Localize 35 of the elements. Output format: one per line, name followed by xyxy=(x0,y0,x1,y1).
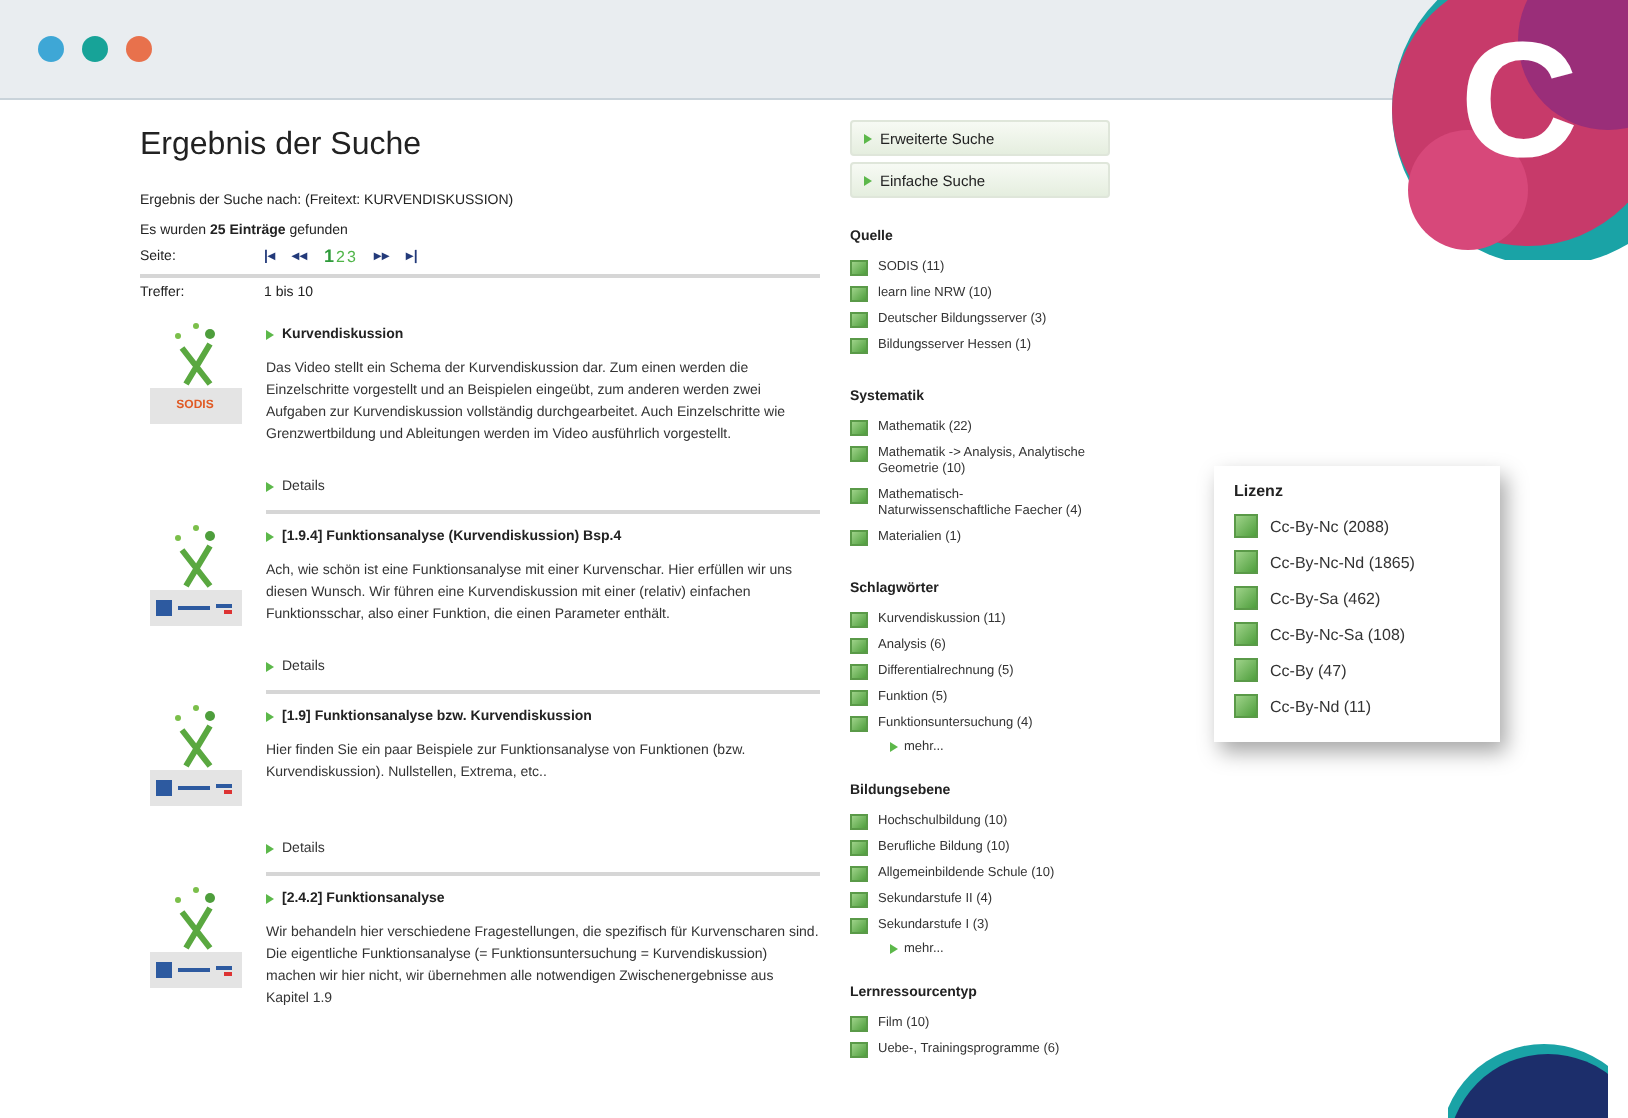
arrow-icon xyxy=(266,894,274,904)
arrow-icon xyxy=(266,712,274,722)
license-icon xyxy=(1234,586,1258,610)
learnline-logo-icon xyxy=(155,962,235,978)
arrow-icon xyxy=(864,175,872,185)
facet-icon xyxy=(850,488,868,504)
logo-letter: C xyxy=(1460,20,1579,184)
license-icon xyxy=(1234,622,1258,646)
learnline-logo-icon xyxy=(155,600,235,616)
page-title: Ergebnis der Suche xyxy=(140,128,424,164)
arrow-icon xyxy=(864,133,872,143)
license-icon xyxy=(1234,514,1258,538)
facet-icon xyxy=(850,530,868,546)
arrow-icon xyxy=(266,662,274,672)
license-item[interactable]: Cc-By-Nc (2088) xyxy=(1234,514,1480,538)
license-icon xyxy=(1234,550,1258,574)
arrow-icon xyxy=(266,482,274,492)
license-icon xyxy=(1234,694,1258,718)
license-title: Lizenz xyxy=(1234,482,1285,500)
license-item[interactable]: Cc-By-Nc-Nd (1865) xyxy=(1234,550,1480,574)
arrow-icon xyxy=(890,944,898,954)
arrow-icon xyxy=(266,330,274,340)
learnline-logo-icon xyxy=(155,780,235,796)
window-dot[interactable] xyxy=(126,36,152,62)
window-dot[interactable] xyxy=(38,36,64,62)
arrow-icon xyxy=(266,844,274,854)
license-icon xyxy=(1234,658,1258,682)
arrow-icon xyxy=(890,742,898,752)
arrow-icon xyxy=(266,532,274,542)
page-link[interactable]: 1 xyxy=(323,246,334,266)
window-dot[interactable] xyxy=(82,36,108,62)
license-item[interactable]: Cc-By-Nc-Sa (108) xyxy=(1234,622,1480,646)
license-item[interactable]: Cc-By-Nd (11) xyxy=(1234,694,1480,718)
license-item[interactable]: Cc-By-Sa (462) xyxy=(1234,586,1480,610)
license-item[interactable]: Cc-By (47) xyxy=(1234,658,1480,682)
